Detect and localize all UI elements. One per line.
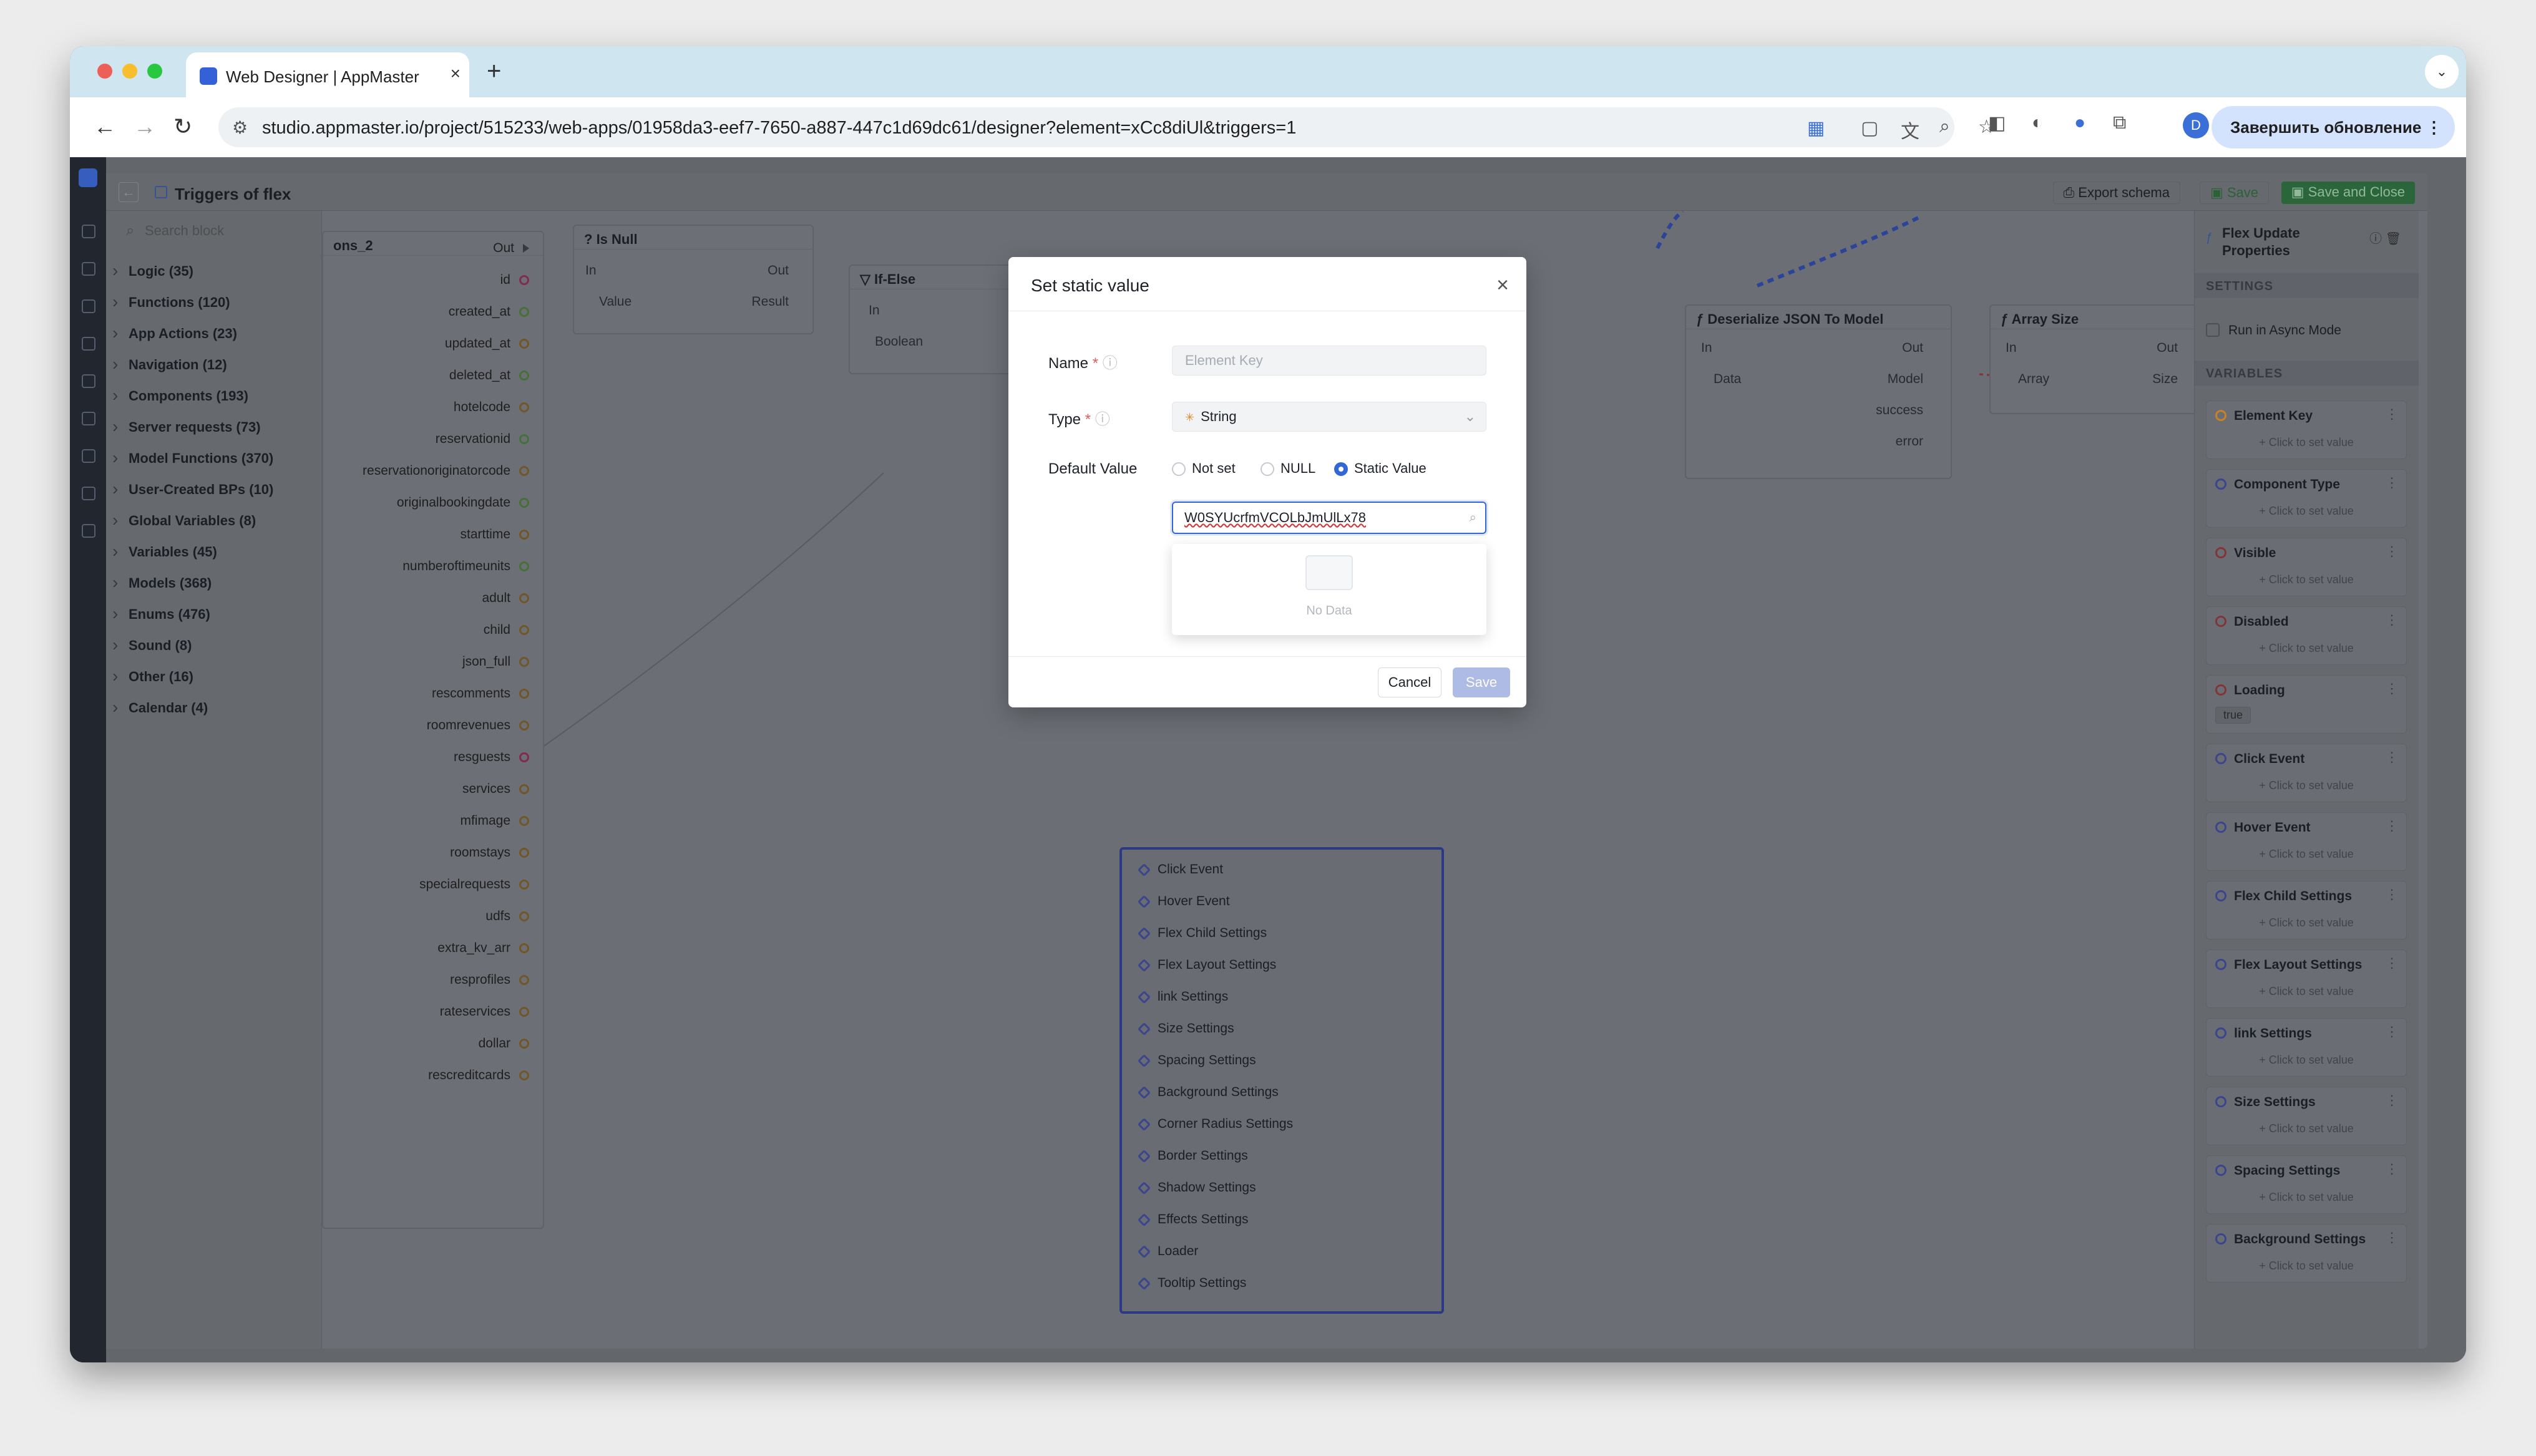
browser-toolbar: ← → ↻ ⚙ studio.appmaster.io/project/5152… xyxy=(70,97,2466,157)
name-label-text: Name xyxy=(1048,355,1089,372)
type-label-text: Type xyxy=(1048,411,1081,428)
zoom-window-icon[interactable] xyxy=(147,64,162,79)
modal-footer-divider xyxy=(1008,656,1526,657)
translate-icon[interactable]: 文 xyxy=(1901,116,1919,143)
app-install-icon[interactable]: ▦ xyxy=(1807,117,1825,139)
radio-circle-selected xyxy=(1334,462,1348,477)
browser-tab[interactable]: Web Designer | AppMaster × xyxy=(186,52,469,97)
name-input[interactable]: Element Key xyxy=(1172,346,1486,376)
puzzle-extensions-icon[interactable]: ⧉ xyxy=(2113,112,2126,133)
required-mark: * xyxy=(1085,411,1091,428)
reload-icon[interactable]: ↻ xyxy=(173,114,192,140)
url-text: studio.appmaster.io/project/515233/web-a… xyxy=(262,118,1297,138)
suggestions-dropdown: No Data xyxy=(1172,544,1486,635)
default-value-label: Default Value xyxy=(1048,460,1138,477)
profile-avatar[interactable]: D xyxy=(2183,112,2209,138)
clipboard-icon[interactable]: ▢ xyxy=(1861,117,1878,139)
zoom-icon[interactable]: ⌕ xyxy=(1939,116,1950,137)
update-browser-button[interactable]: Завершить обновление ⋮ xyxy=(2212,106,2455,148)
close-tab-icon[interactable]: × xyxy=(451,64,461,84)
info-icon: ⓘ xyxy=(1102,355,1118,372)
forward-arrow-icon[interactable]: → xyxy=(134,114,156,140)
radio-not-set-label: Not set xyxy=(1192,460,1236,476)
tab-strip: Web Designer | AppMaster × + ⌄ xyxy=(70,46,2466,97)
search-icon: ⌕ xyxy=(1469,511,1476,525)
cancel-button[interactable]: Cancel xyxy=(1378,667,1441,697)
empty-inbox-icon xyxy=(1305,555,1353,590)
modal-title: Set static value xyxy=(1031,276,1149,295)
back-arrow-icon[interactable]: ← xyxy=(94,114,116,140)
radio-static-value[interactable]: Static Value xyxy=(1334,460,1426,477)
required-mark: * xyxy=(1092,355,1099,372)
radio-circle xyxy=(1261,462,1274,477)
no-data-text: No Data xyxy=(1306,604,1352,618)
radio-null-label: NULL xyxy=(1280,460,1316,476)
chevron-down-icon: ⌄ xyxy=(1464,409,1476,424)
extension-icon[interactable]: ◧ xyxy=(1988,112,2006,134)
string-type-icon: ✳ xyxy=(1185,411,1195,424)
tab-title: Web Designer | AppMaster xyxy=(226,67,419,86)
radio-not-set[interactable]: Not set xyxy=(1172,460,1236,477)
address-bar[interactable]: ⚙ studio.appmaster.io/project/515233/web… xyxy=(218,107,1995,147)
close-window-icon[interactable] xyxy=(97,64,112,79)
extension-dot-icon[interactable]: ● xyxy=(2074,112,2085,133)
static-value-input[interactable]: W0SYUcrfmVCOLbJmUlLx78 ⌕ xyxy=(1172,502,1486,534)
type-value: String xyxy=(1201,409,1237,424)
radio-static-label: Static Value xyxy=(1354,460,1426,476)
site-info-icon[interactable]: ⚙ xyxy=(232,117,248,138)
name-placeholder: Element Key xyxy=(1185,352,1263,368)
save-button[interactable]: Save xyxy=(1453,667,1510,697)
name-label: Name * ⓘ xyxy=(1048,351,1118,372)
update-label: Завершить обновление xyxy=(2230,118,2422,137)
new-tab-icon[interactable]: + xyxy=(487,57,501,85)
close-icon[interactable]: × xyxy=(1496,273,1509,298)
tracker-icon[interactable]: ◐ xyxy=(2032,112,2043,133)
type-select[interactable]: ✳ String ⌄ xyxy=(1172,402,1486,432)
minimize-window-icon[interactable] xyxy=(122,64,137,79)
type-label: Type * ⓘ xyxy=(1048,407,1110,429)
radio-circle xyxy=(1172,462,1186,477)
appmaster-favicon-icon xyxy=(200,67,217,85)
static-value-text: W0SYUcrfmVCOLbJmUlLx78 xyxy=(1184,510,1366,525)
radio-null[interactable]: NULL xyxy=(1261,460,1315,477)
set-static-value-modal: Set static value × Name * ⓘ Element Key … xyxy=(1008,257,1526,707)
tab-list-chevron-icon[interactable]: ⌄ xyxy=(2425,55,2459,89)
info-icon: ⓘ xyxy=(1095,411,1110,428)
